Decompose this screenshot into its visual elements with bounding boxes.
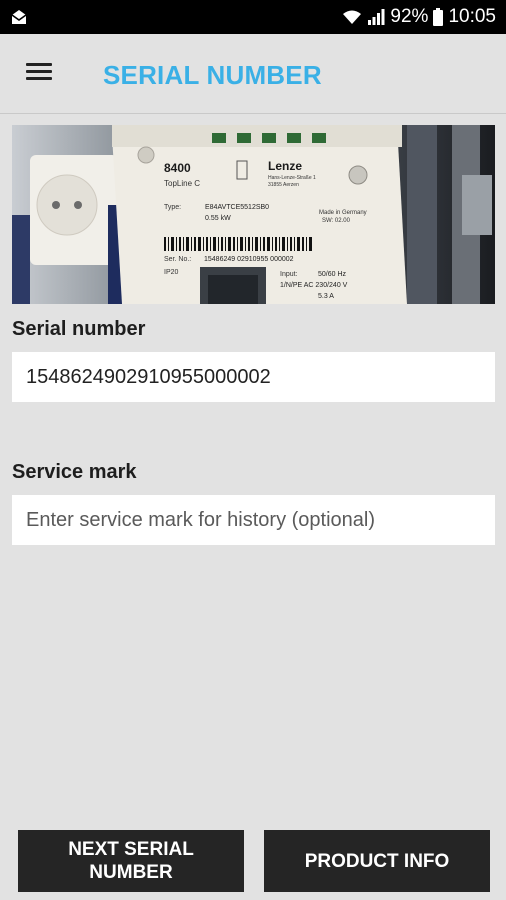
battery-icon	[433, 8, 444, 26]
device-made-in: Made in Germany	[319, 210, 367, 216]
device-type-value: E84AVTCE5512SB0	[205, 204, 269, 211]
device-ip: IP20	[164, 269, 179, 276]
hamburger-menu-icon[interactable]	[26, 63, 52, 85]
wifi-icon	[343, 10, 362, 24]
product-info-button[interactable]: PRODUCT INFO	[264, 830, 490, 892]
device-serial-label: Ser. No.:	[164, 256, 191, 263]
device-model: 8400	[164, 161, 191, 175]
device-address-1: Hans-Lenze-Straße 1	[268, 175, 316, 181]
device-input-label: Input:	[280, 271, 298, 278]
device-power: 0.55 kW	[205, 215, 231, 222]
device-input-volt: 1/N/PE AC 230/240 V	[280, 282, 348, 289]
mail-icon	[11, 10, 27, 24]
serial-number-label: Serial number	[12, 318, 146, 340]
service-mark-label: Service mark	[12, 461, 137, 483]
device-address-2: 31855 Aerzen	[268, 182, 299, 188]
device-input-freq: 50/60 Hz	[318, 271, 347, 278]
device-type-label: Type:	[164, 204, 181, 211]
app-bar: SERIAL NUMBER	[0, 34, 506, 114]
device-label-image: 8400 TopLine C Lenze Hans-Lenze-Straße 1…	[12, 125, 495, 304]
page-title: SERIAL NUMBER	[103, 60, 322, 90]
device-line: TopLine C	[164, 179, 200, 188]
serial-number-input[interactable]	[12, 352, 495, 402]
device-serial-value: 15486249 02910955 000002	[204, 256, 294, 263]
battery-percent: 92%	[390, 6, 429, 27]
device-sw: SW: 02.00	[322, 218, 351, 224]
clock: 10:05	[448, 6, 496, 27]
device-input-amp: 5.3 A	[318, 293, 334, 300]
next-serial-number-button[interactable]: NEXT SERIAL NUMBER	[18, 830, 244, 892]
device-brand: Lenze	[268, 159, 302, 173]
status-bar: 92% 10:05	[0, 0, 506, 34]
device-photo: 8400 TopLine C Lenze Hans-Lenze-Straße 1…	[12, 125, 495, 304]
service-mark-input[interactable]	[12, 495, 495, 545]
status-right: 92% 10:05	[342, 0, 496, 34]
signal-icon	[368, 9, 385, 25]
